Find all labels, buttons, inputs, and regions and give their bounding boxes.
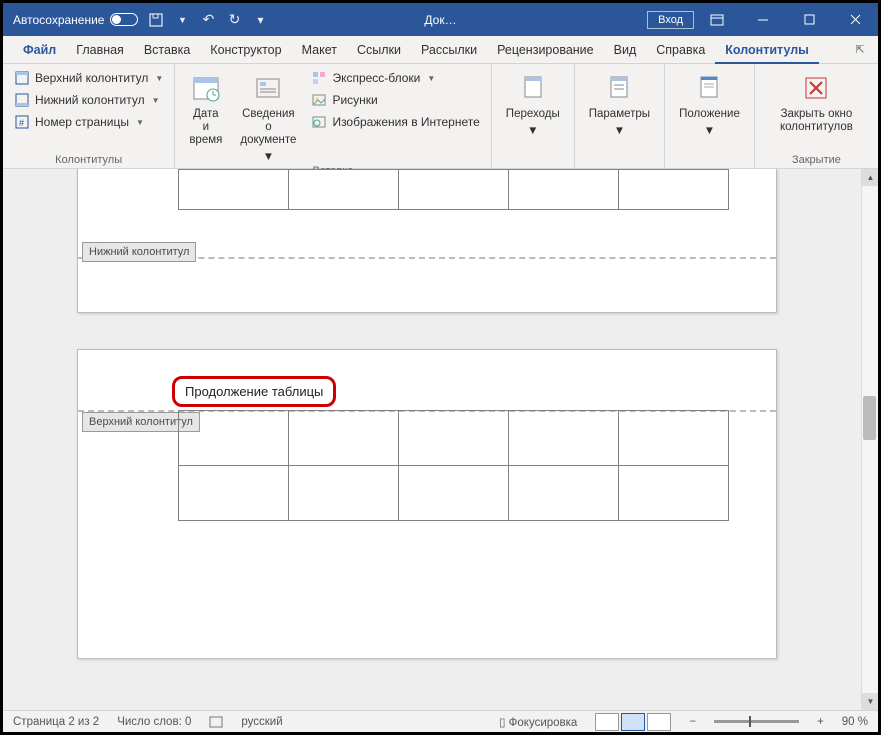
tab-mailings[interactable]: Рассылки — [411, 36, 487, 64]
doc-info-button[interactable]: Сведения о документе ▼ — [234, 68, 302, 163]
group-close: Закрыть окно колонтитулов Закрытие — [755, 64, 878, 168]
page-number-button[interactable]: #Номер страницы▼ — [11, 112, 166, 132]
globe-icon — [311, 114, 327, 130]
autosave-toggle[interactable] — [110, 13, 138, 26]
ribbon: Верхний колонтитул▼ Нижний колонтитул▼ #… — [3, 64, 878, 169]
group-header-footer: Верхний колонтитул▼ Нижний колонтитул▼ #… — [3, 64, 175, 168]
autosave[interactable]: Автосохранение — [13, 13, 138, 27]
doc-title: Док… — [424, 13, 456, 27]
close-x-icon — [800, 72, 832, 104]
share-icon[interactable]: ⇱ — [852, 42, 868, 58]
page-2: Продолжение таблицы Верхний колонтитул — [77, 349, 777, 659]
titlebar: Автосохранение ▼ ↶ ↻ ▾ Док… Вход — [3, 3, 878, 36]
group-label: Закрытие — [763, 152, 870, 166]
minimize-icon[interactable] — [740, 3, 786, 36]
group-position: Положение▼ — [665, 64, 755, 168]
signin-button[interactable]: Вход — [647, 11, 694, 29]
ribbon-options-icon[interactable] — [694, 3, 740, 36]
footer-icon — [14, 92, 30, 108]
tab-home[interactable]: Главная — [66, 36, 134, 64]
tab-help[interactable]: Справка — [646, 36, 715, 64]
footer-button[interactable]: Нижний колонтитул▼ — [11, 90, 166, 110]
page-number-icon: # — [14, 114, 30, 130]
scroll-thumb[interactable] — [863, 396, 876, 440]
options-icon — [603, 72, 635, 104]
zoom-level[interactable]: 90 % — [842, 716, 868, 728]
status-words[interactable]: Число слов: 0 — [117, 716, 191, 728]
navigation-button[interactable]: Переходы▼ — [500, 68, 566, 137]
page-1: Нижний колонтитул — [77, 169, 777, 313]
options-button[interactable]: Параметры▼ — [583, 68, 656, 137]
tab-layout[interactable]: Макет — [292, 36, 347, 64]
zoom-out-button[interactable]: − — [689, 716, 696, 728]
tab-view[interactable]: Вид — [604, 36, 647, 64]
tab-header-footer[interactable]: Колонтитулы — [715, 36, 819, 64]
status-proof-icon[interactable] — [209, 715, 223, 729]
view-switcher — [595, 713, 671, 731]
position-button[interactable]: Положение▼ — [673, 68, 746, 137]
status-page[interactable]: Страница 2 из 2 — [13, 716, 99, 728]
view-web-button[interactable] — [647, 713, 671, 731]
table-2[interactable] — [178, 410, 729, 521]
save-icon[interactable] — [148, 12, 164, 28]
scroll-up-icon[interactable]: ▲ — [862, 169, 878, 186]
tab-references[interactable]: Ссылки — [347, 36, 411, 64]
undo-icon[interactable]: ↶ — [200, 12, 216, 28]
group-label: Колонтитулы — [11, 152, 166, 166]
close-hf-button[interactable]: Закрыть окно колонтитулов — [763, 68, 870, 134]
table-1[interactable] — [178, 169, 729, 210]
quick-parts-icon — [311, 70, 327, 86]
pictures-button[interactable]: Рисунки — [308, 90, 482, 110]
ribbon-tabs: Файл Главная Вставка Конструктор Макет С… — [3, 36, 878, 64]
header-button[interactable]: Верхний колонтитул▼ — [11, 68, 166, 88]
group-insert: Дата и время Сведения о документе ▼ Эксп… — [175, 64, 491, 168]
redo-icon[interactable]: ↻ — [226, 12, 242, 28]
svg-text:#: # — [19, 118, 24, 128]
tab-file[interactable]: Файл — [13, 36, 66, 64]
zoom-in-button[interactable]: + — [817, 716, 824, 728]
close-icon[interactable] — [832, 3, 878, 36]
header-icon — [14, 70, 30, 86]
position-icon — [693, 72, 725, 104]
doc-info-icon — [252, 72, 284, 104]
picture-icon — [311, 92, 327, 108]
status-focus[interactable]: ▯ Фокусировка — [499, 715, 577, 729]
nav-icon — [517, 72, 549, 104]
date-time-button[interactable]: Дата и время — [183, 68, 228, 147]
tab-review[interactable]: Рецензирование — [487, 36, 604, 64]
view-print-button[interactable] — [621, 713, 645, 731]
qa-customize-icon[interactable]: ▾ — [252, 12, 268, 28]
continuation-callout: Продолжение таблицы — [172, 376, 336, 407]
zoom-slider[interactable] — [714, 720, 799, 723]
quick-parts-button[interactable]: Экспресс-блоки▼ — [308, 68, 482, 88]
view-read-button[interactable] — [595, 713, 619, 731]
tab-design[interactable]: Конструктор — [200, 36, 291, 64]
footer-tag: Нижний колонтитул — [82, 242, 196, 262]
online-pictures-button[interactable]: Изображения в Интернете — [308, 112, 482, 132]
group-navigation: Переходы▼ — [492, 64, 575, 168]
maximize-icon[interactable] — [786, 3, 832, 36]
scroll-down-icon[interactable]: ▼ — [862, 693, 878, 710]
vertical-scrollbar[interactable]: ▲ ▼ — [861, 169, 878, 710]
statusbar: Страница 2 из 2 Число слов: 0 русский ▯ … — [3, 710, 878, 732]
group-options: Параметры▼ — [575, 64, 665, 168]
status-lang[interactable]: русский — [241, 716, 282, 728]
calendar-icon — [190, 72, 222, 104]
document-area[interactable]: Нижний колонтитул Продолжение таблицы Ве… — [3, 169, 878, 710]
save-dropdown-icon[interactable]: ▼ — [174, 12, 190, 28]
tab-insert[interactable]: Вставка — [134, 36, 200, 64]
